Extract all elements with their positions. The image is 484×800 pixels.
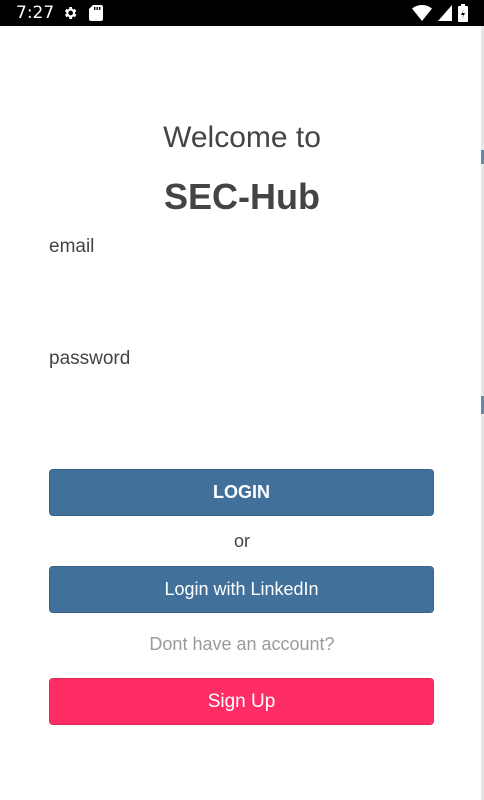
or-divider-text: or: [233, 531, 250, 551]
status-time: 7:27: [16, 3, 55, 23]
no-account-text: Dont have an account?: [149, 634, 335, 654]
welcome-text: Welcome to: [163, 121, 321, 154]
email-label: email: [49, 236, 95, 257]
status-icons: [412, 4, 468, 22]
sd-card-icon: [89, 5, 103, 21]
login-button[interactable]: LOGIN: [49, 469, 434, 516]
login-button-label: LOGIN: [213, 482, 270, 502]
signup-button[interactable]: Sign Up: [49, 678, 434, 725]
status-bar: 7:27: [0, 0, 484, 26]
linkedin-login-label: Login with LinkedIn: [164, 579, 319, 599]
gear-icon: [65, 7, 77, 19]
password-field[interactable]: [49, 380, 434, 420]
signup-button-label: Sign Up: [207, 690, 276, 712]
password-label: password: [49, 348, 131, 369]
linkedin-login-button[interactable]: Login with LinkedIn: [49, 566, 434, 613]
wifi-icon: [412, 5, 432, 21]
cell-signal-icon: [438, 5, 452, 21]
email-field[interactable]: [49, 268, 434, 308]
app-title: SEC-Hub: [164, 176, 320, 217]
battery-icon: [458, 4, 468, 22]
